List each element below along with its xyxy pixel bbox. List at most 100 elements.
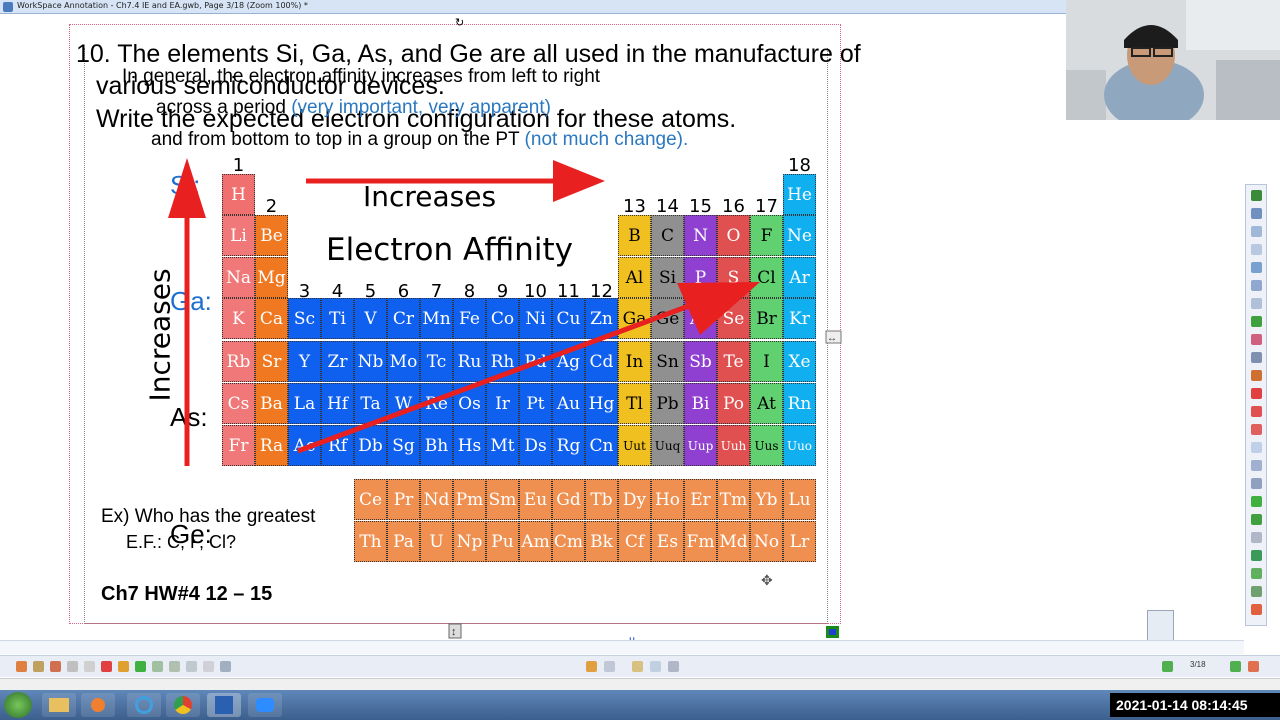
toolbar-icon-4[interactable] — [67, 661, 78, 672]
chrome-icon[interactable] — [166, 693, 200, 717]
tool-zoom-icon[interactable] — [1251, 262, 1262, 273]
tool-clear-icon[interactable] — [1251, 424, 1262, 435]
page-counter: 3/18 — [1190, 660, 1206, 669]
element-au: Au — [552, 383, 585, 424]
toolbar-icon-3[interactable] — [50, 661, 61, 672]
element-os: Os — [453, 383, 486, 424]
element-ag: Ag — [552, 341, 585, 382]
tool-pointer-icon[interactable] — [1251, 190, 1262, 201]
tool-line-icon[interactable] — [1251, 298, 1262, 309]
element-cf: Cf — [618, 521, 651, 562]
tool-color-icon[interactable] — [1251, 388, 1262, 399]
tool-grid-icon[interactable] — [1251, 532, 1262, 543]
tool-next-icon[interactable] — [1251, 496, 1262, 507]
element-k: K — [222, 298, 255, 339]
element-ir: Ir — [486, 383, 519, 424]
element-mo: Mo — [387, 341, 420, 382]
tool-delete-icon[interactable] — [1251, 406, 1262, 417]
tool-shape-icon[interactable] — [1251, 280, 1262, 291]
tool-fill-icon[interactable] — [1251, 370, 1262, 381]
element-y: Y — [288, 341, 321, 382]
element-db: Db — [354, 425, 387, 466]
word-icon[interactable] — [207, 693, 241, 717]
element-cm: Cm — [552, 521, 585, 562]
element-in: In — [618, 341, 651, 382]
toolbar-icon-8[interactable] — [135, 661, 146, 672]
tool-hand-icon[interactable] — [1251, 244, 1262, 255]
zoom-icon[interactable] — [248, 693, 282, 717]
element-he: He — [783, 174, 816, 215]
toolbar-icon-15[interactable] — [604, 661, 615, 672]
tool-camera-icon[interactable] — [1251, 568, 1262, 579]
element-ds: Ds — [519, 425, 552, 466]
toolbar-icon-18[interactable] — [668, 661, 679, 672]
group-number: 2 — [265, 196, 278, 217]
element-f: F — [750, 215, 783, 256]
toolbar-icon-13[interactable] — [220, 661, 231, 672]
element-cr: Cr — [387, 298, 420, 339]
tool-paste-icon[interactable] — [1251, 478, 1262, 489]
toolbar-icon-5[interactable] — [84, 661, 95, 672]
ea-text-line-3: and from bottom to top in a group on the… — [151, 129, 688, 151]
element-rh: Rh — [486, 341, 519, 382]
ea-text-line-1: In general, the electron affinity increa… — [122, 66, 601, 87]
element-ti: Ti — [321, 298, 354, 339]
windows-start-icon[interactable] — [4, 692, 32, 718]
toolbar-icon-12[interactable] — [203, 661, 214, 672]
element-ba: Ba — [255, 383, 288, 424]
tool-eraser-icon[interactable] — [1251, 352, 1262, 363]
element-dy: Dy — [618, 479, 651, 520]
element-bh: Bh — [420, 425, 453, 466]
horizontal-scrollbar[interactable] — [0, 678, 1280, 690]
tool-record-icon[interactable] — [1251, 550, 1262, 561]
toolbar-icon-9[interactable] — [152, 661, 163, 672]
element-rg: Rg — [552, 425, 585, 466]
element-ca: Ca — [255, 298, 288, 339]
toolbar-icon-14[interactable] — [586, 661, 597, 672]
page-strip — [0, 640, 1244, 654]
floating-widget[interactable] — [1147, 610, 1174, 644]
toolbar-icon-7[interactable] — [118, 661, 129, 672]
element-no: No — [750, 521, 783, 562]
element-c: C — [651, 215, 684, 256]
tool-copy-icon[interactable] — [1251, 460, 1262, 471]
element-re: Re — [420, 383, 453, 424]
element-ru: Ru — [453, 341, 486, 382]
element-cu: Cu — [552, 298, 585, 339]
toolbar-icon-17[interactable] — [650, 661, 661, 672]
element-pm: Pm — [453, 479, 486, 520]
element-se: Se — [717, 298, 750, 339]
toolbar-icon-11[interactable] — [186, 661, 197, 672]
element-hf: Hf — [321, 383, 354, 424]
tool-close-icon[interactable] — [1251, 604, 1262, 615]
element-cs: Cs — [222, 383, 255, 424]
tool-select-icon[interactable] — [1251, 208, 1262, 219]
internet-explorer-icon[interactable] — [127, 693, 161, 717]
element-lr: Lr — [783, 521, 816, 562]
tool-prev-icon[interactable] — [1251, 514, 1262, 525]
element-hs: Hs — [453, 425, 486, 466]
toolbar-icon-6[interactable] — [101, 661, 112, 672]
toolbar-icon-10[interactable] — [169, 661, 180, 672]
toolbar-icon-1[interactable] — [16, 661, 27, 672]
prev-page-icon[interactable] — [1162, 661, 1173, 672]
element-zn: Zn — [585, 298, 618, 339]
bottom-toolbar — [0, 655, 1280, 677]
element-ta: Ta — [354, 383, 387, 424]
tool-text-icon[interactable] — [1251, 226, 1262, 237]
next-page-icon[interactable] — [1230, 661, 1241, 672]
media-player-icon[interactable] — [81, 693, 115, 717]
element-rf: Rf — [321, 425, 354, 466]
toolbar-icon-2[interactable] — [33, 661, 44, 672]
element-as: As — [684, 298, 717, 339]
toolbar-icon-16[interactable] — [632, 661, 643, 672]
tool-pen-icon[interactable] — [1251, 316, 1262, 327]
tool-settings-icon[interactable] — [1251, 586, 1262, 597]
tool-highlighter-icon[interactable] — [1251, 334, 1262, 345]
toolbar-icon-end[interactable] — [1248, 661, 1259, 672]
element-bk: Bk — [585, 521, 618, 562]
element-si: Si — [651, 257, 684, 298]
tool-page-icon[interactable] — [1251, 442, 1262, 453]
file-explorer-icon[interactable] — [42, 693, 76, 717]
element-uuo: Uuo — [783, 425, 816, 466]
